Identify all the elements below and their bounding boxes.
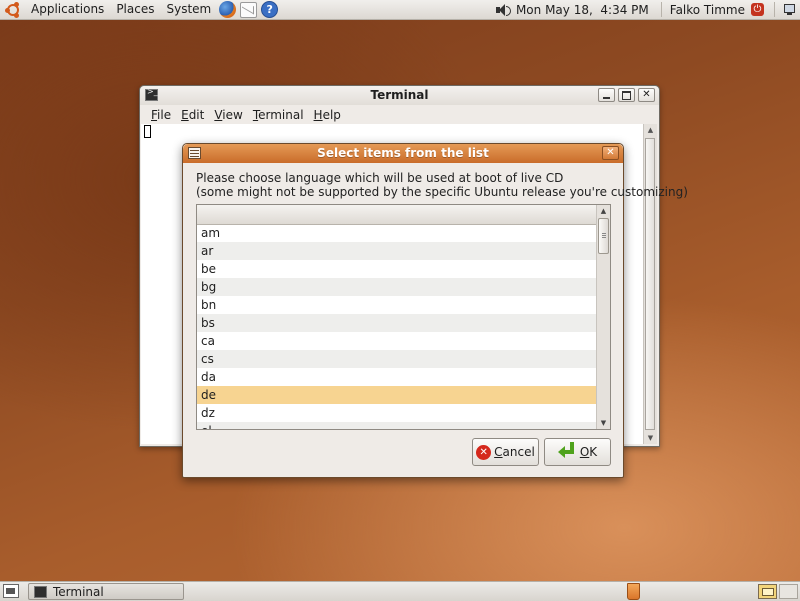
panel-separator: [774, 2, 775, 17]
window-title: Terminal: [370, 88, 429, 102]
menu-terminal[interactable]: Terminal: [248, 108, 309, 122]
scroll-down-icon[interactable]: ▼: [597, 417, 610, 429]
language-list[interactable]: amarbebgbnbscacsdadedzel ▲ ▼: [196, 204, 611, 430]
maximize-button[interactable]: [618, 88, 635, 102]
list-column-header[interactable]: [197, 205, 597, 225]
list-item[interactable]: da: [197, 368, 597, 386]
scroll-thumb[interactable]: [598, 218, 609, 254]
volume-icon[interactable]: [495, 3, 511, 16]
menu-places[interactable]: Places: [110, 0, 160, 19]
cancel-icon: ✕: [476, 444, 492, 460]
list-rows: amarbebgbnbscacsdadedzel: [197, 224, 597, 429]
cancel-button[interactable]: ✕ Cancel: [472, 438, 539, 466]
prompt-line-2: (some might not be supported by the spec…: [196, 185, 688, 199]
ok-label: OK: [579, 445, 598, 459]
cancel-label: Cancel: [494, 445, 535, 459]
dialog-prompt: Please choose language which will be use…: [196, 171, 688, 199]
panel-right-area: Mon May 18, 4:34 PM Falko Timme ⏻: [495, 0, 800, 19]
scroll-up-icon[interactable]: ▲: [597, 205, 610, 217]
menu-system[interactable]: System: [160, 0, 217, 19]
list-item[interactable]: am: [197, 224, 597, 242]
scroll-down-icon[interactable]: ▼: [644, 432, 657, 444]
text-cursor: [144, 125, 151, 138]
task-label: Terminal: [53, 584, 104, 599]
workspace-2[interactable]: [779, 584, 798, 599]
list-item[interactable]: dz: [197, 404, 597, 422]
clock[interactable]: Mon May 18, 4:34 PM: [514, 3, 657, 17]
minimize-button[interactable]: [598, 88, 615, 102]
dialog-titlebar[interactable]: Select items from the list ✕: [183, 144, 623, 163]
list-item[interactable]: el: [197, 422, 597, 429]
terminal-menubar: File Edit View Terminal Help: [140, 106, 659, 124]
ubuntu-logo-icon[interactable]: [5, 1, 21, 18]
terminal-titlebar[interactable]: Terminal ✕: [140, 86, 659, 105]
mail-icon: [240, 1, 258, 18]
menu-file[interactable]: File: [146, 108, 176, 122]
menu-edit[interactable]: Edit: [176, 108, 209, 122]
list-item[interactable]: ca: [197, 332, 597, 350]
trash-icon[interactable]: [627, 583, 640, 600]
user-switcher[interactable]: Falko Timme: [666, 3, 749, 17]
top-panel: Applications Places System ? Mon May 18,…: [0, 0, 800, 20]
menu-help[interactable]: Help: [309, 108, 346, 122]
power-icon[interactable]: ⏻: [751, 3, 764, 16]
dialog-close-button[interactable]: ✕: [602, 146, 619, 160]
terminal-icon: [34, 585, 47, 598]
help-icon[interactable]: ?: [261, 1, 279, 18]
mail-launcher[interactable]: [240, 1, 258, 18]
bottom-panel: Terminal: [0, 581, 800, 601]
firefox-icon[interactable]: [219, 1, 237, 18]
list-item[interactable]: bg: [197, 278, 597, 296]
scroll-up-icon[interactable]: ▲: [644, 124, 657, 136]
dialog-title: Select items from the list: [317, 146, 489, 160]
list-item[interactable]: de: [197, 386, 597, 404]
workspace-1[interactable]: [758, 584, 777, 599]
list-item[interactable]: ar: [197, 242, 597, 260]
list-scrollbar[interactable]: ▲ ▼: [596, 205, 610, 429]
menu-view[interactable]: View: [209, 108, 247, 122]
list-item[interactable]: bs: [197, 314, 597, 332]
list-item[interactable]: be: [197, 260, 597, 278]
menu-applications[interactable]: Applications: [25, 0, 110, 19]
select-items-dialog: Select items from the list ✕ Please choo…: [182, 143, 688, 478]
network-icon[interactable]: [783, 3, 796, 16]
list-item[interactable]: bn: [197, 296, 597, 314]
ok-button[interactable]: OK: [544, 438, 611, 466]
panel-separator: [660, 2, 662, 17]
prompt-line-1: Please choose language which will be use…: [196, 171, 564, 185]
show-desktop-icon[interactable]: [3, 584, 19, 598]
close-button[interactable]: ✕: [638, 88, 655, 102]
ok-arrow-icon: [557, 442, 576, 459]
taskbar-terminal-button[interactable]: Terminal: [28, 583, 184, 600]
list-item[interactable]: cs: [197, 350, 597, 368]
